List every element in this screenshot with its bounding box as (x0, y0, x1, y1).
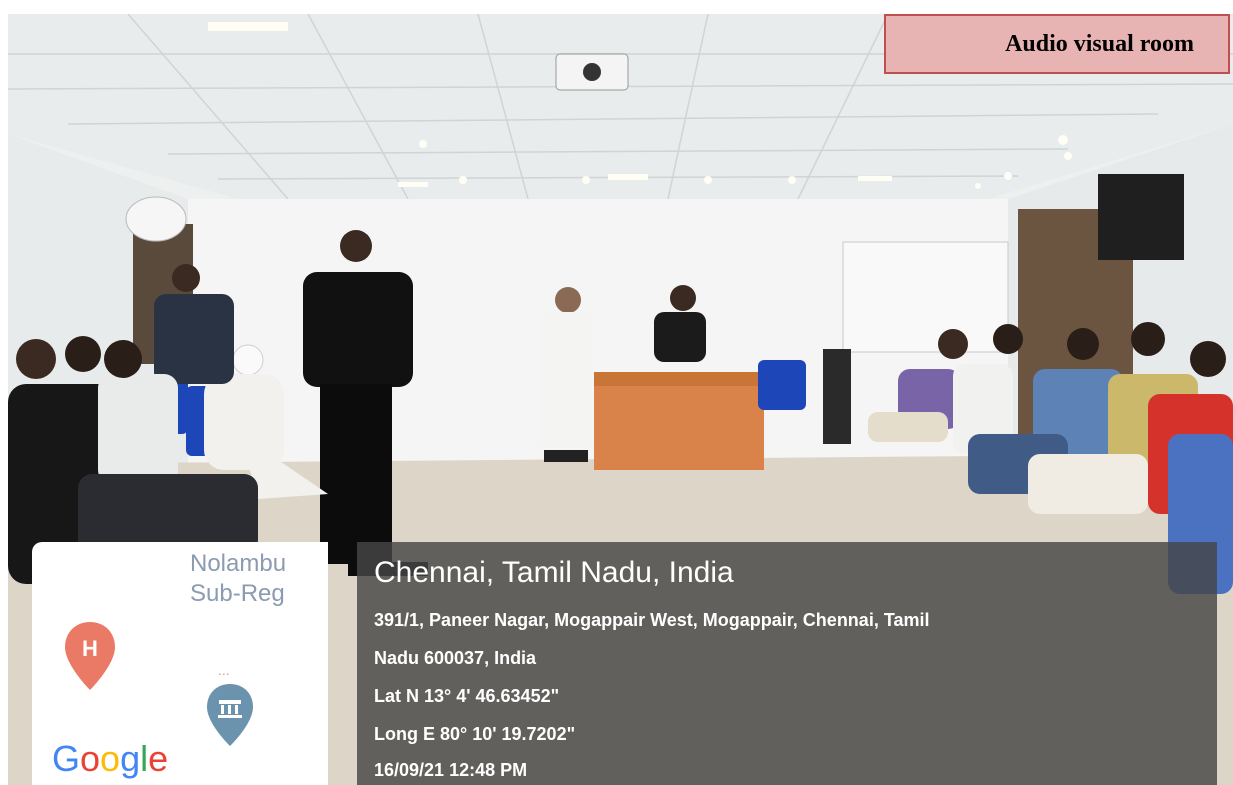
priest (542, 287, 592, 462)
google-letter: o (80, 738, 101, 779)
table (594, 372, 764, 470)
map-place-label-2: Sub-Reg (190, 580, 285, 607)
geotag-title: Chennai, Tamil Nadu, India (374, 556, 734, 589)
caption-box: Audio visual room (884, 14, 1230, 74)
map-place-label-1: Nolambu (190, 550, 287, 577)
geotag-longitude: Long E 80° 10' 19.7202" (374, 724, 576, 744)
google-letter: o (100, 738, 121, 779)
google-letter: g (120, 738, 141, 779)
map-thumbnail: Nolambu Sub-Reg H ... Google (32, 542, 328, 785)
geotag-address-line-2: Nadu 600037, India (374, 648, 537, 668)
geotag-address-line-1: 391/1, Paneer Nagar, Mogappair West, Mog… (374, 610, 930, 630)
google-letter: G (52, 738, 81, 779)
wall-speaker (1098, 174, 1184, 260)
map-ellipsis: ... (218, 662, 230, 678)
geotag-overlay: Chennai, Tamil Nadu, India 391/1, Paneer… (357, 542, 1217, 785)
google-logo: Google (52, 738, 168, 780)
whiteboard (842, 241, 1009, 353)
photo-frame: Audio visual room Nolambu Sub-Reg H ... … (0, 0, 1233, 785)
geotag-timestamp: 16/09/21 12:48 PM (374, 760, 528, 780)
projector-lens (583, 63, 601, 81)
table-top (594, 372, 764, 386)
hospital-pin-icon: H (65, 622, 115, 690)
caption-text: Audio visual room (1005, 30, 1194, 57)
wall-fan (125, 196, 187, 242)
hospital-pin-letter: H (82, 636, 98, 661)
google-letter: e (148, 738, 169, 779)
museum-pin-icon (207, 684, 253, 746)
floor-speaker (823, 349, 851, 444)
google-letter: l (140, 738, 149, 779)
geotag-latitude: Lat N 13° 4' 46.63452" (374, 686, 560, 706)
